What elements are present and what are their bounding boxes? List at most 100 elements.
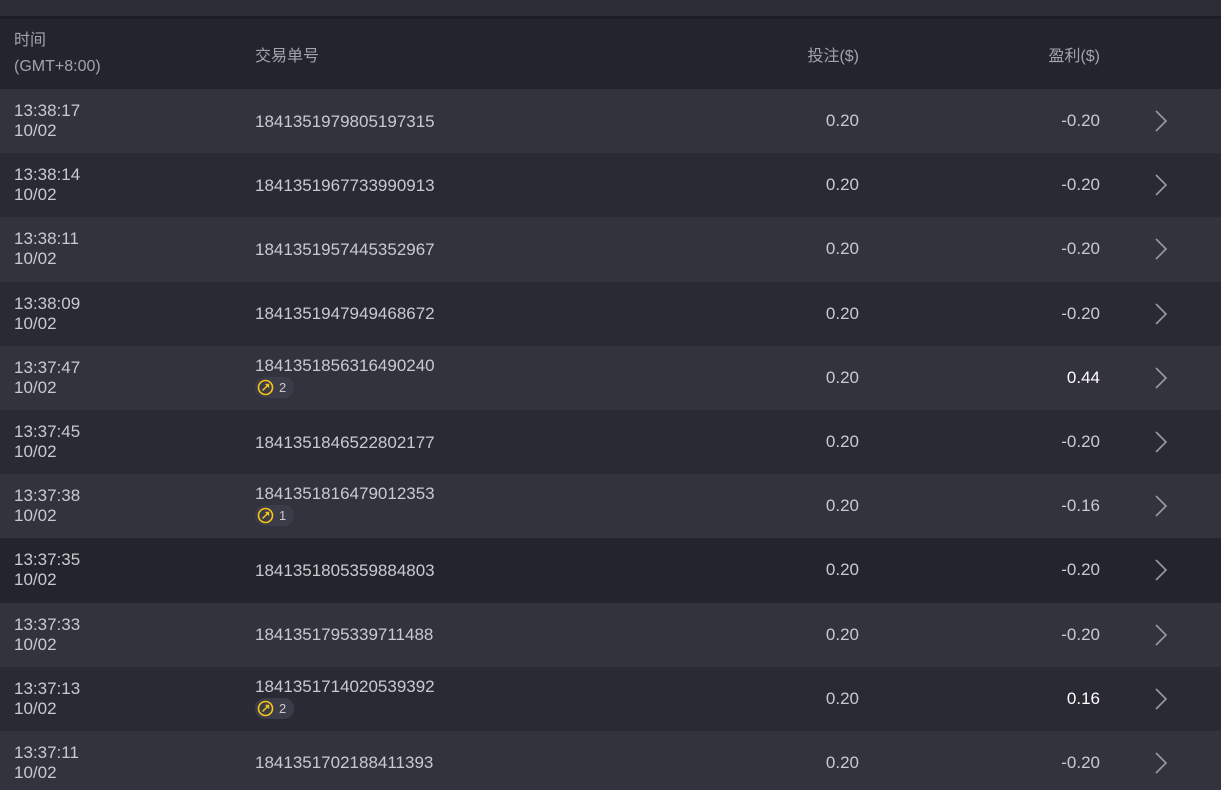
row-bet: 0.20: [825, 432, 859, 452]
row-time: 13:37:47: [14, 357, 81, 377]
chevron-right-icon[interactable]: [1100, 302, 1221, 326]
chevron-right-icon[interactable]: [1100, 687, 1221, 711]
free-spin-count: 2: [279, 379, 287, 395]
row-bet: 0.20: [825, 239, 859, 259]
row-order-id: 1841351846522802177: [255, 432, 435, 452]
row-time-cell: 13:38:17 10/02: [0, 101, 241, 141]
row-time: 13:37:45: [14, 422, 81, 442]
row-order-cell: 1841351816479012353 1: [241, 483, 711, 529]
table-row[interactable]: 13:38:17 10/02 1841351979805197315 0.20 …: [0, 89, 1221, 154]
header-bet: 投注($): [807, 48, 859, 65]
table-row[interactable]: 13:37:33 10/02 1841351795339711488 0.20 …: [0, 602, 1221, 667]
row-date: 10/02: [14, 185, 57, 205]
row-order-id: 1841351816479012353: [255, 484, 435, 504]
row-profit: -0.20: [1061, 432, 1100, 452]
row-time-cell: 13:37:35 10/02: [0, 550, 241, 590]
header-time: 时间 (GMT+8:00): [0, 28, 241, 80]
row-date: 10/02: [14, 506, 57, 526]
row-profit: -0.20: [1061, 175, 1100, 195]
row-order-cell: 1841351957445352967: [241, 239, 711, 260]
row-profit: -0.20: [1061, 239, 1100, 259]
row-date: 10/02: [14, 249, 57, 269]
row-time-cell: 13:37:45 10/02: [0, 422, 241, 462]
row-profit: 0.44: [1066, 367, 1100, 387]
table-row[interactable]: 13:37:35 10/02 1841351805359884803 0.20 …: [0, 538, 1221, 603]
row-date: 10/02: [14, 377, 57, 397]
table-row[interactable]: 13:37:47 10/02 1841351856316490240 2 0.2…: [0, 345, 1221, 410]
table-row[interactable]: 13:37:38 10/02 1841351816479012353 1 0.2…: [0, 474, 1221, 539]
row-order-id: 1841351805359884803: [255, 560, 435, 580]
row-profit: -0.20: [1061, 111, 1100, 131]
chevron-right-icon[interactable]: [1100, 173, 1221, 197]
row-time: 13:37:13: [14, 678, 81, 698]
row-order-id: 1841351702188411393: [255, 753, 434, 773]
row-order-cell: 1841351947949468672: [241, 303, 711, 324]
row-order-cell: 1841351846522802177: [241, 432, 711, 453]
row-date: 10/02: [14, 313, 57, 333]
row-order-cell: 1841351805359884803: [241, 560, 711, 581]
row-bet: 0.20: [825, 688, 859, 708]
row-profit: -0.20: [1061, 624, 1100, 644]
free-spin-count: 1: [279, 508, 287, 524]
row-order-id: 1841351795339711488: [255, 625, 434, 645]
row-order-id: 1841351979805197315: [255, 111, 435, 131]
row-time-cell: 13:37:13 10/02: [0, 679, 241, 719]
table-row[interactable]: 13:38:11 10/02 1841351957445352967 0.20 …: [0, 217, 1221, 282]
free-spin-badge: 1: [255, 505, 295, 527]
table-row[interactable]: 13:38:14 10/02 1841351967733990913 0.20 …: [0, 153, 1221, 218]
row-time-cell: 13:38:14 10/02: [0, 165, 241, 205]
header-profit: 盈利($): [1048, 48, 1100, 65]
chevron-right-icon[interactable]: [1100, 751, 1221, 775]
row-order-cell: 1841351795339711488: [241, 624, 711, 645]
chevron-right-icon[interactable]: [1100, 109, 1221, 133]
header-timezone-label: (GMT+8:00): [14, 58, 101, 75]
row-profit: -0.16: [1061, 496, 1100, 516]
row-order-cell: 1841351967733990913: [241, 175, 711, 196]
row-bet: 0.20: [825, 175, 859, 195]
chevron-right-icon[interactable]: [1100, 430, 1221, 454]
chevron-right-icon[interactable]: [1100, 237, 1221, 261]
row-time-cell: 13:38:09 10/02: [0, 294, 241, 334]
table-row[interactable]: 13:37:45 10/02 1841351846522802177 0.20 …: [0, 409, 1221, 475]
row-time: 13:37:38: [14, 486, 81, 506]
row-profit: 0.16: [1066, 688, 1100, 708]
table-body: 13:38:17 10/02 1841351979805197315 0.20 …: [0, 89, 1221, 790]
row-bet: 0.20: [825, 560, 859, 580]
chevron-right-icon[interactable]: [1100, 366, 1221, 390]
row-order-id: 1841351957445352967: [255, 239, 435, 259]
free-spin-icon: [257, 507, 274, 524]
row-time-cell: 13:37:38 10/02: [0, 486, 241, 526]
row-profit: -0.20: [1061, 752, 1100, 772]
table-row[interactable]: 13:37:13 10/02 1841351714020539392 2 0.2…: [0, 666, 1221, 731]
row-bet: 0.20: [825, 111, 859, 131]
row-date: 10/02: [14, 570, 57, 590]
row-date: 10/02: [14, 762, 57, 782]
row-profit: -0.20: [1061, 303, 1100, 323]
row-order-cell: 1841351856316490240 2: [241, 355, 711, 401]
chevron-right-icon[interactable]: [1100, 494, 1221, 518]
row-order-cell: 1841351979805197315: [241, 111, 711, 132]
table-row[interactable]: 13:37:11 10/02 1841351702188411393 0.20 …: [0, 730, 1221, 790]
row-order-id: 1841351714020539392: [255, 676, 435, 696]
row-time: 13:38:17: [14, 101, 81, 121]
row-time: 13:38:09: [14, 293, 81, 313]
row-date: 10/02: [14, 634, 57, 654]
chevron-right-icon[interactable]: [1100, 623, 1221, 647]
row-bet: 0.20: [825, 752, 859, 772]
chevron-right-icon[interactable]: [1100, 558, 1221, 582]
header-order-id: 交易单号: [255, 48, 320, 65]
free-spin-icon: [257, 700, 274, 717]
row-time: 13:38:14: [14, 165, 81, 185]
row-time: 13:37:11: [14, 742, 79, 762]
free-spin-count: 2: [279, 700, 287, 716]
free-spin-icon: [257, 379, 274, 396]
row-time: 13:38:11: [14, 229, 79, 249]
row-bet: 0.20: [825, 624, 859, 644]
row-time-cell: 13:37:11 10/02: [0, 743, 241, 783]
table-row[interactable]: 13:38:09 10/02 1841351947949468672 0.20 …: [0, 281, 1221, 346]
header-time-label: 时间: [14, 32, 47, 49]
table-header: 时间 (GMT+8:00) 交易单号 投注($) 盈利($): [0, 19, 1221, 89]
row-time: 13:37:33: [14, 614, 81, 634]
free-spin-badge: 2: [255, 697, 295, 719]
row-bet: 0.20: [825, 303, 859, 323]
